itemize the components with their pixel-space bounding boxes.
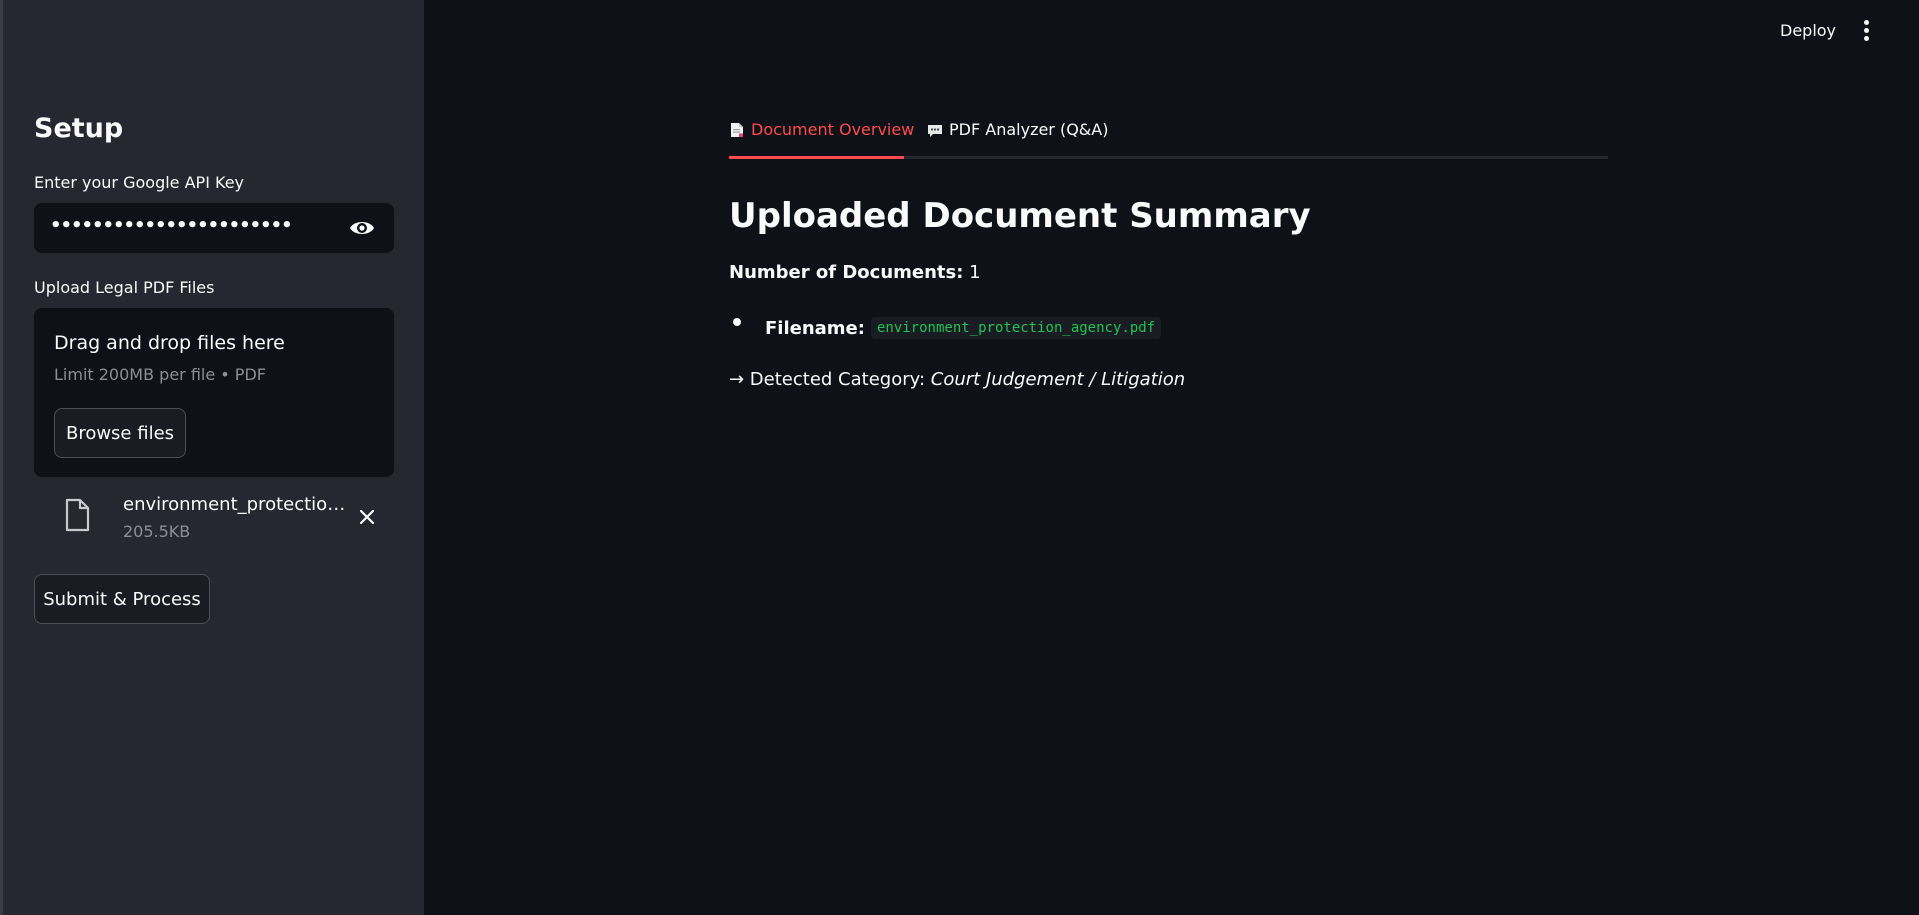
api-key-masked-value: ••••••••••••••••••••••••••••••••••••• <box>50 215 290 236</box>
number-of-documents-label: Number of Documents: <box>729 262 964 283</box>
file-icon <box>64 498 90 532</box>
speech-balloon-icon <box>927 122 943 138</box>
sidebar: Setup Enter your Google API Key ••••••••… <box>3 0 424 915</box>
uploaded-file-item: environment_protection_agency.pdf 205.5K… <box>34 492 394 548</box>
dropzone-title: Drag and drop files here <box>54 332 285 354</box>
uploaded-file-name: environment_protection_agency.pdf <box>123 494 351 515</box>
tab-pdf-analyzer-label: PDF Analyzer (Q&A) <box>949 120 1109 139</box>
file-dropzone[interactable]: Drag and drop files here Limit 200MB per… <box>34 308 394 477</box>
tab-bar: Document Overview PDF Analyzer (Q&A) <box>729 115 1608 161</box>
filename-code: environment_protection_agency.pdf <box>870 317 1162 339</box>
list-bullet <box>733 318 741 326</box>
tab-pdf-analyzer[interactable]: PDF Analyzer (Q&A) <box>927 120 1108 139</box>
detected-category-value: Court Judgement / Litigation <box>930 369 1186 390</box>
page-heading: Uploaded Document Summary <box>729 196 1311 236</box>
deploy-button[interactable]: Deploy <box>1780 21 1836 40</box>
filename-label: Filename: <box>765 317 865 339</box>
uploaded-file-size: 205.5KB <box>123 522 191 541</box>
number-of-documents: Number of Documents: 1 <box>729 262 981 283</box>
api-key-input[interactable]: ••••••••••••••••••••••••••••••••••••• <box>34 203 394 253</box>
dropzone-limit: Limit 200MB per file • PDF <box>54 365 266 384</box>
upload-label: Upload Legal PDF Files <box>34 278 215 297</box>
api-key-label: Enter your Google API Key <box>34 173 245 192</box>
submit-process-button[interactable]: Submit & Process <box>34 574 210 624</box>
sidebar-title: Setup <box>34 113 124 144</box>
tab-document-overview-label: Document Overview <box>751 120 915 139</box>
filename-row: Filename: environment_protection_agency.… <box>765 317 1162 339</box>
active-tab-indicator <box>729 156 904 159</box>
page-facing-up-icon <box>729 122 745 138</box>
detected-category-label: → Detected Category: <box>729 369 931 390</box>
show-password-eye-icon[interactable] <box>348 216 376 240</box>
kebab-menu-icon[interactable] <box>1856 20 1876 44</box>
remove-file-close-icon[interactable] <box>356 506 378 528</box>
browse-files-button[interactable]: Browse files <box>54 408 186 458</box>
number-of-documents-value: 1 <box>969 262 981 283</box>
tab-document-overview[interactable]: Document Overview <box>729 120 914 139</box>
detected-category-row: → Detected Category: Court Judgement / L… <box>729 369 1185 390</box>
